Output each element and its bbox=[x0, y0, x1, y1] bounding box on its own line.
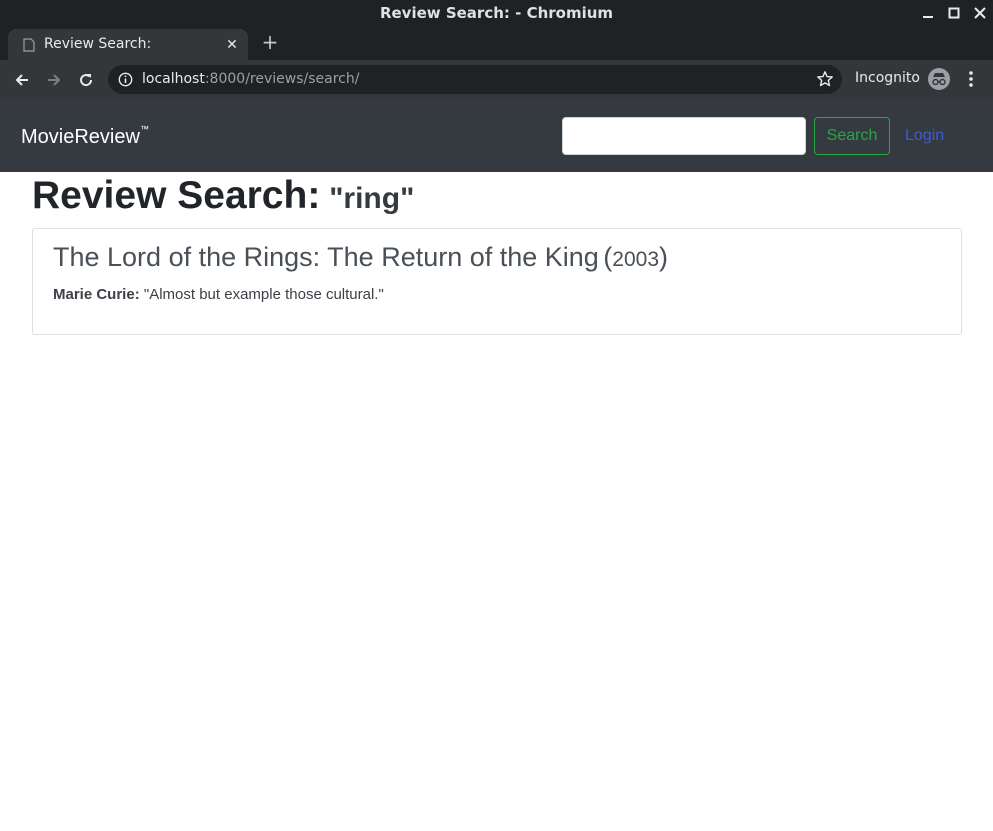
close-window-icon[interactable] bbox=[970, 3, 990, 23]
tab-review-search[interactable]: Review Search: ✕ bbox=[8, 29, 248, 60]
page-title: Review Search: "ring" bbox=[32, 174, 414, 218]
search-button[interactable]: Search bbox=[814, 117, 890, 155]
reload-icon[interactable] bbox=[74, 68, 98, 92]
maximize-icon[interactable] bbox=[944, 3, 964, 23]
url-path: :8000/reviews/search/ bbox=[204, 71, 360, 87]
incognito-icon[interactable] bbox=[928, 68, 950, 90]
window-titlebar: Review Search: - Chromium bbox=[0, 0, 993, 26]
tab-strip: Review Search: ✕ + bbox=[0, 26, 993, 60]
movie-title-link[interactable]: The Lord of the Rings: The Return of the… bbox=[53, 242, 599, 272]
new-tab-icon[interactable]: + bbox=[259, 31, 281, 53]
incognito-label: Incognito bbox=[855, 70, 920, 86]
minimize-icon[interactable] bbox=[918, 3, 938, 23]
trademark-mark: ™ bbox=[139, 124, 149, 135]
bookmark-star-icon[interactable] bbox=[816, 70, 834, 88]
more-menu-icon[interactable] bbox=[964, 69, 978, 89]
reviewer-name: Marie Curie: bbox=[53, 286, 140, 303]
info-icon[interactable] bbox=[118, 72, 133, 87]
result-card: The Lord of the Rings: The Return of the… bbox=[32, 228, 962, 335]
movie-year: 2003 bbox=[612, 248, 659, 271]
back-icon[interactable] bbox=[10, 68, 34, 92]
browser-toolbar: localhost:8000/reviews/search/ Incognito bbox=[0, 60, 993, 99]
search-query: "ring" bbox=[329, 182, 415, 215]
url-text: localhost:8000/reviews/search/ bbox=[142, 71, 359, 87]
forward-icon[interactable] bbox=[42, 68, 66, 92]
page-title-label: Review Search: bbox=[32, 174, 321, 217]
url-host: localhost bbox=[142, 71, 205, 87]
window-title: Review Search: - Chromium bbox=[379, 4, 614, 22]
result-movie-heading: The Lord of the Rings: The Return of the… bbox=[53, 242, 668, 272]
address-bar[interactable]: localhost:8000/reviews/search/ bbox=[108, 65, 842, 94]
login-link[interactable]: Login bbox=[905, 127, 944, 145]
review-quote: "Almost but example those cultural." bbox=[143, 286, 384, 303]
brand-link[interactable]: MovieReview™ bbox=[21, 124, 149, 149]
brand-name: MovieReview bbox=[21, 126, 140, 148]
search-input[interactable] bbox=[562, 117, 806, 155]
page-icon bbox=[23, 38, 35, 52]
tab-title: Review Search: bbox=[44, 36, 152, 52]
review-item: Marie Curie: "Almost but example those c… bbox=[53, 286, 384, 303]
site-navbar: MovieReview™ Search Login bbox=[0, 99, 993, 172]
close-tab-icon[interactable]: ✕ bbox=[224, 36, 240, 52]
